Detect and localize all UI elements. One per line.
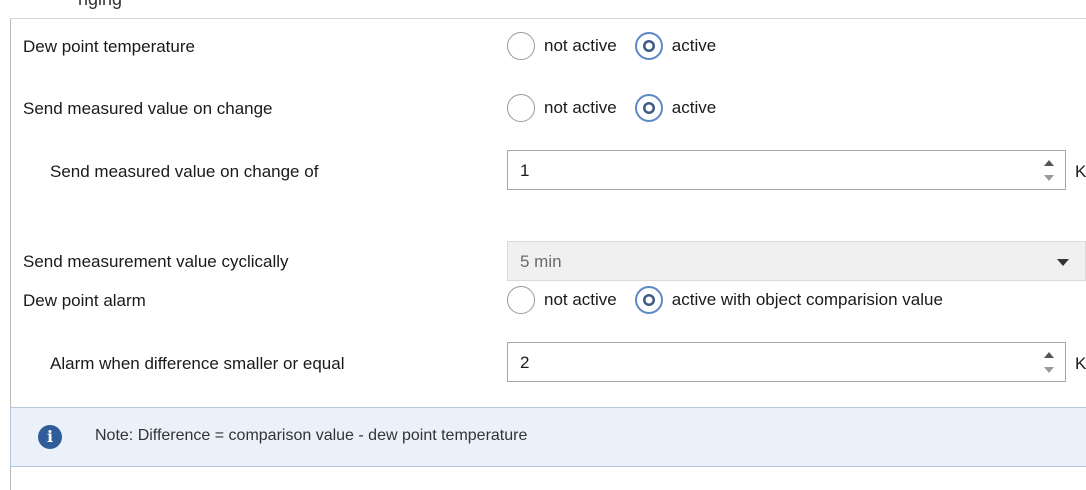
dew-point-alarm-label: Dew point alarm [23,291,146,310]
note-text: Note: Difference = comparison value - de… [95,427,528,444]
spinner-arrows[interactable] [1043,157,1055,185]
spinner-arrows[interactable] [1043,349,1055,377]
panel-border-top [10,18,1086,19]
send-on-change-row: Send measured value on change not active… [0,90,1086,126]
spin-down-icon[interactable] [1044,367,1054,373]
radio-label[interactable]: active with object comparision value [672,290,943,310]
send-on-change-label: Send measured value on change [23,99,273,118]
radio-label[interactable]: active [672,98,716,118]
dew-point-alarm-radio-group: not active active with object comparisio… [507,286,943,314]
dew-point-temperature-row: Dew point temperature not active active [0,28,1086,64]
cyclic-send-value[interactable]: 5 min [520,252,562,272]
alarm-difference-label: Alarm when difference smaller or equal [50,354,345,373]
change-threshold-unit: K [1075,162,1086,181]
cyclic-send-label: Send measurement value cyclically [23,252,289,271]
radio-label[interactable]: not active [544,36,617,56]
cyclic-send-dropdown[interactable]: 5 min [507,241,1086,281]
cyclic-send-row: Send measurement value cyclically 5 min [0,241,1086,283]
change-threshold-label: Send measured value on change of [50,162,319,181]
send-on-change-radio-group: not active active [507,94,716,122]
spin-up-icon[interactable] [1044,352,1054,358]
radio-label[interactable]: not active [544,98,617,118]
alarm-difference-value[interactable]: 2 [520,353,529,373]
change-threshold-value[interactable]: 1 [520,161,529,181]
header-fragment: nging [0,0,1086,18]
change-threshold-row: Send measured value on change of 1 K [0,150,1086,192]
dew-point-temperature-radio-group: not active active [507,32,716,60]
dew-point-alarm-active-radio[interactable] [634,286,663,314]
alarm-difference-unit: K [1075,354,1086,373]
send-on-change-active-radio[interactable] [634,94,663,122]
chevron-down-icon[interactable] [1057,259,1069,266]
dew-point-temperature-not-active-radio[interactable] [507,32,535,60]
send-on-change-not-active-radio[interactable] [507,94,535,122]
radio-label[interactable]: not active [544,290,617,310]
dew-point-alarm-not-active-radio[interactable] [507,286,535,314]
dew-point-temperature-active-radio[interactable] [634,32,663,60]
alarm-difference-row: Alarm when difference smaller or equal 2… [0,342,1086,384]
dew-point-alarm-row: Dew point alarm not active active with o… [0,282,1086,318]
alarm-difference-spinbox[interactable]: 2 [507,342,1066,382]
change-threshold-spinbox[interactable]: 1 [507,150,1066,190]
spin-up-icon[interactable] [1044,160,1054,166]
info-icon: i [38,425,62,449]
note-box: i Note: Difference = comparison value - … [10,407,1086,467]
dew-point-temperature-label: Dew point temperature [23,37,195,56]
header-fragment-text: nging [78,0,122,10]
spin-down-icon[interactable] [1044,175,1054,181]
radio-label[interactable]: active [672,36,716,56]
